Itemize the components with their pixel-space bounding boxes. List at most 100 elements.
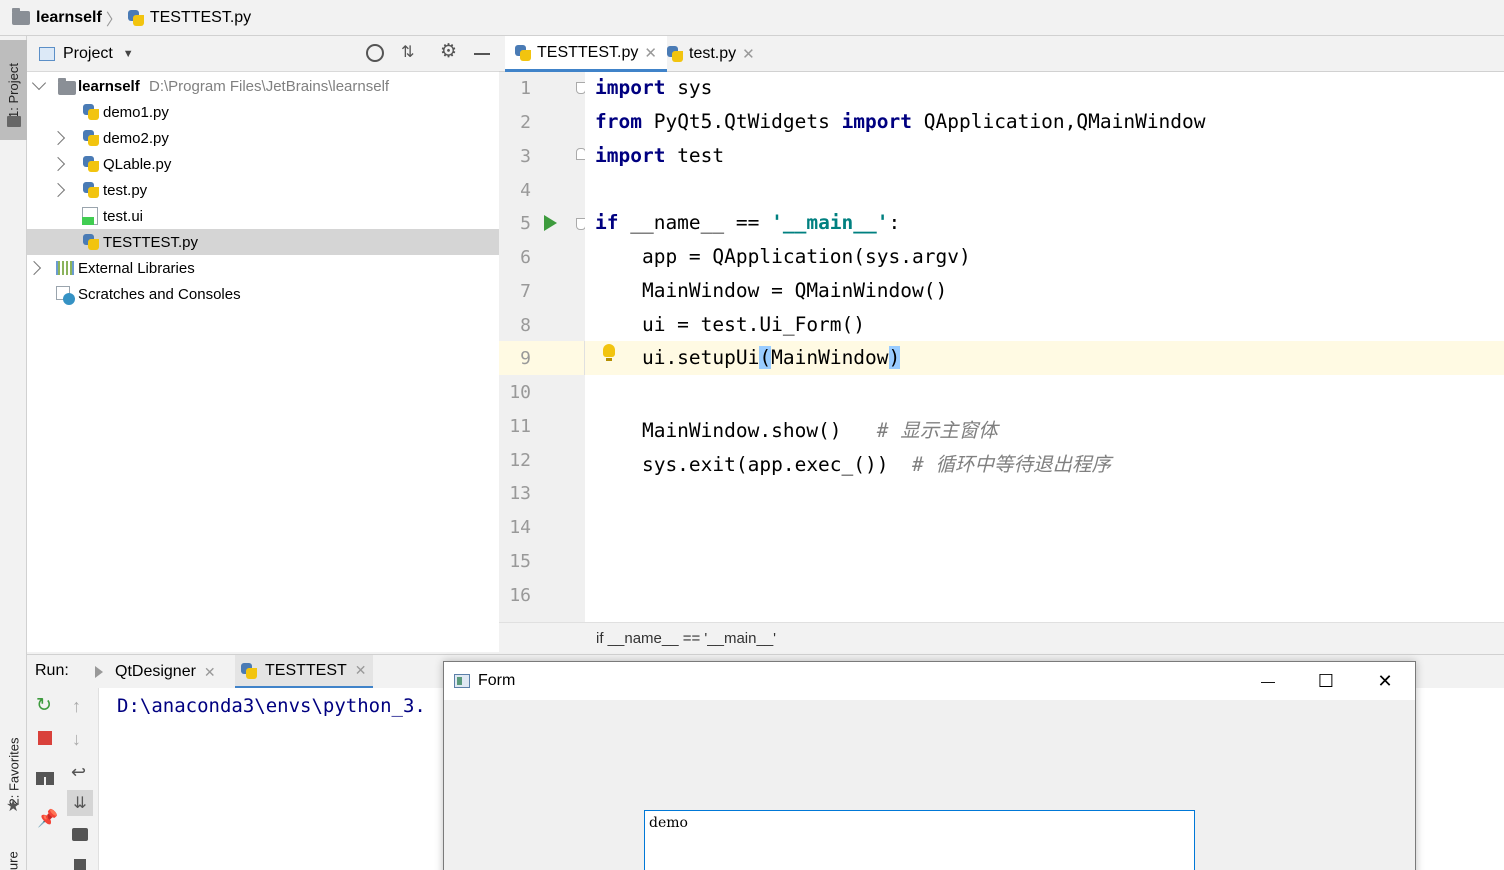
tree-item-test-py[interactable]: test.py: [27, 177, 499, 203]
locate-icon[interactable]: [366, 44, 384, 62]
lightbulb-icon[interactable]: [603, 344, 615, 361]
code-line-7: MainWindow = QMainWindow(): [595, 279, 948, 302]
tab-test-py[interactable]: test.py ✕: [657, 36, 765, 72]
left-tool-stripe: 1: Project 2: Favorites ★ ture: [0, 36, 27, 870]
console-output: D:\anaconda3\envs\python_3.: [117, 695, 426, 717]
library-icon: [56, 261, 74, 275]
window-app-icon: [454, 674, 470, 688]
tab-label: TESTTEST.py: [537, 43, 639, 61]
minimize-button[interactable]: —: [1239, 662, 1297, 700]
close-button[interactable]: ✕: [1356, 662, 1414, 700]
python-file-icon: [83, 104, 99, 120]
chevron-right-icon[interactable]: [50, 182, 66, 198]
stop-icon[interactable]: [38, 731, 52, 745]
line-number: 12: [509, 450, 531, 471]
folder-icon: [12, 7, 30, 25]
line-number: 5: [520, 213, 531, 234]
code-line-11: MainWindow.show() # 显示主窗体: [595, 419, 998, 442]
project-view-selector[interactable]: Project: [63, 45, 113, 63]
tree-item-testtest[interactable]: TESTTEST.py: [27, 229, 499, 255]
tree-item-external-libraries[interactable]: External Libraries: [26, 255, 499, 281]
breadcrumb: learnself 〉 TESTTEST.py: [0, 0, 1504, 36]
tree-item-label: demo1.py: [103, 103, 169, 121]
project-tree: learnself D:\Program Files\JetBrains\lea…: [26, 72, 499, 652]
tree-item-label: TESTTEST.py: [103, 233, 199, 251]
folder-icon: [58, 78, 76, 95]
chevron-down-icon[interactable]: [31, 75, 47, 91]
run-label: Run:: [35, 662, 69, 679]
print-icon[interactable]: [72, 828, 88, 841]
run-config-icon: [95, 666, 103, 678]
close-icon[interactable]: ✕: [204, 664, 216, 681]
soft-wrap-icon[interactable]: ↩: [71, 762, 86, 783]
maximize-button[interactable]: ☐: [1297, 662, 1355, 700]
collapse-all-icon[interactable]: ⇅: [401, 42, 414, 62]
line-number: 10: [509, 382, 531, 403]
tree-item-label: demo2.py: [103, 129, 169, 147]
tree-item-qlable[interactable]: QLable.py: [27, 151, 499, 177]
breadcrumb-separator-icon: 〉: [105, 11, 122, 29]
chevron-right-icon[interactable]: [50, 156, 66, 172]
chevron-right-icon[interactable]: [26, 260, 42, 276]
rerun-icon[interactable]: ↻: [36, 696, 52, 715]
code-line-12: sys.exit(app.exec_()) # 循环中等待退出程序: [595, 453, 1111, 476]
line-number: 9: [520, 348, 531, 369]
form-title: Form: [478, 672, 516, 689]
breadcrumb-project[interactable]: learnself: [36, 9, 102, 27]
tree-item-label: test.py: [103, 181, 148, 199]
python-file-icon: [83, 234, 99, 250]
arrow-up-icon[interactable]: ↑: [72, 696, 81, 717]
line-number: 3: [520, 146, 531, 167]
python-file-icon: [515, 44, 531, 61]
pin-icon[interactable]: 📌: [37, 809, 58, 829]
code-line-3: import test: [595, 144, 725, 167]
python-file-icon: [127, 9, 144, 26]
tree-item-learnself[interactable]: learnself D:\Program Files\JetBrains\lea…: [27, 73, 499, 99]
demo-label: demo: [644, 810, 1195, 870]
python-file-icon: [83, 182, 99, 198]
code-line-5: if __name__ == '__main__':: [595, 211, 901, 234]
code-line-2: from PyQt5.QtWidgets import QApplication…: [595, 110, 1206, 133]
code-structure-crumb[interactable]: if __name__ == '__main__': [499, 622, 1504, 654]
code-editor[interactable]: import sys from PyQt5.QtWidgets import Q…: [585, 72, 1504, 622]
hide-panel-icon[interactable]: [474, 53, 490, 55]
line-number: 7: [520, 281, 531, 302]
tab-testtest[interactable]: TESTTEST.py ✕: [505, 36, 667, 72]
line-number: 16: [509, 585, 531, 606]
tree-item-demo2[interactable]: demo2.py: [27, 125, 499, 151]
run-tab-testtest[interactable]: TESTTEST ✕: [235, 655, 373, 689]
chevron-down-icon[interactable]: ▼: [123, 48, 134, 60]
run-arrow-icon[interactable]: [544, 215, 557, 231]
demo-label-text: demo: [649, 815, 688, 831]
tree-item-label: External Libraries: [78, 259, 195, 277]
arrow-down-icon[interactable]: ↓: [72, 729, 81, 750]
run-tab-qtdesigner[interactable]: QtDesigner ✕: [95, 655, 216, 689]
form-titlebar[interactable]: Form — ☐ ✕: [444, 662, 1415, 700]
breadcrumb-file[interactable]: TESTTEST.py: [150, 9, 251, 27]
close-icon[interactable]: ✕: [355, 662, 367, 679]
tree-item-label: test.ui: [103, 207, 144, 225]
code-line-1: import sys: [595, 76, 713, 99]
scroll-to-end-icon[interactable]: ⇊: [67, 790, 93, 816]
code-line-8: ui = test.Ui_Form(): [595, 313, 866, 336]
tree-item-label: QLable.py: [103, 155, 172, 173]
trash-icon[interactable]: [74, 859, 86, 870]
project-panel-header: Project ▼ ⇅ ⚙: [27, 36, 499, 72]
tree-item-label: Scratches and Consoles: [78, 285, 241, 303]
line-number: 14: [509, 517, 531, 538]
python-file-icon: [667, 46, 683, 62]
tree-item-test-ui[interactable]: test.ui: [27, 203, 499, 229]
tree-item-scratches[interactable]: Scratches and Consoles: [27, 281, 499, 307]
structure-tool-tab[interactable]: ture: [0, 842, 27, 870]
gear-icon[interactable]: ⚙: [440, 40, 457, 63]
tab-label: test.py: [689, 45, 737, 62]
crumb-label: if __name__ == '__main__': [596, 630, 777, 647]
chevron-right-icon[interactable]: [50, 130, 66, 146]
close-icon[interactable]: ✕: [644, 44, 657, 62]
close-icon[interactable]: ✕: [742, 45, 755, 63]
python-file-icon: [83, 130, 99, 146]
layout-icon[interactable]: [36, 772, 54, 785]
project-view-icon: [39, 46, 55, 61]
line-number: 11: [509, 416, 531, 437]
tree-item-demo1[interactable]: demo1.py: [27, 99, 499, 125]
